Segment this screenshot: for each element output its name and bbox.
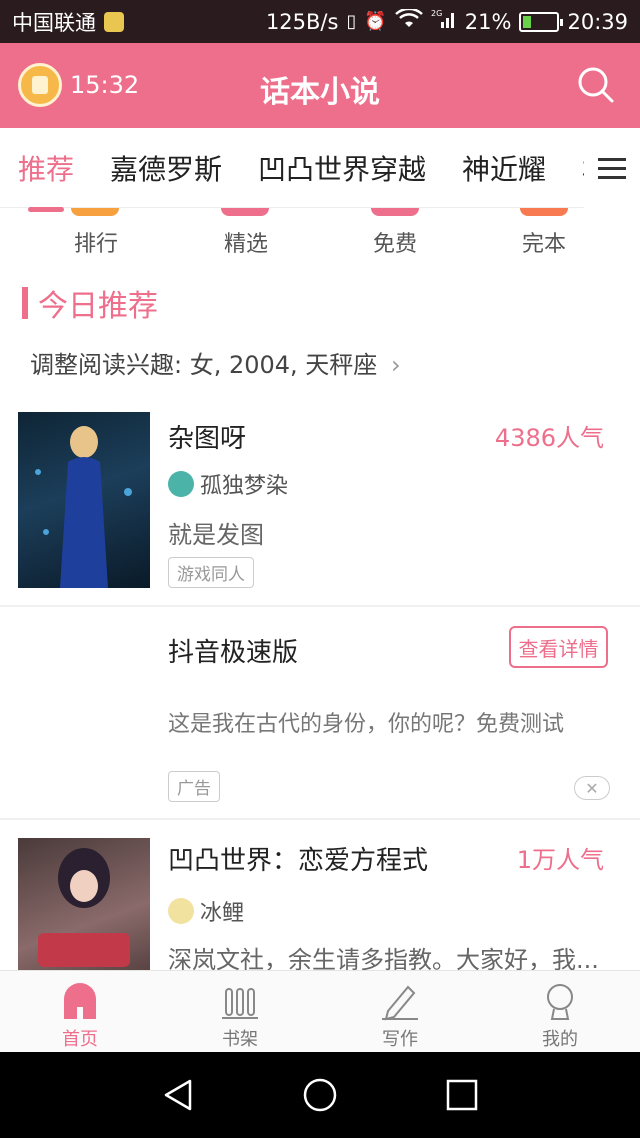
category-tabs: 推荐 嘉德罗斯 凹凸世界穿越 神近耀 格 [0,128,640,212]
home-icon [64,983,96,1019]
book-author[interactable]: 冰鲤 [168,895,244,927]
status-bar: 中国联通 125B/s ▯ ⏰ 2G 21% 20:39 [0,0,640,43]
view-details-button[interactable]: 查看详情 [509,626,608,668]
close-icon[interactable]: ✕ [574,776,610,800]
section-marker [22,287,28,319]
book-cover[interactable] [18,412,150,588]
book-card[interactable]: 凹凸世界：恋爱方程式 1万人气 冰鲤 深岚文社，余生请多指教。大家好，我... [0,838,640,970]
nav-write[interactable]: 写作 [320,971,480,1052]
quick-ranking[interactable]: 排行 [21,226,171,258]
book-popularity: 4386人气 [494,424,604,452]
nav-home-label: 首页 [62,1029,98,1050]
ad-title[interactable]: 抖音极速版 [168,632,298,669]
divider [0,818,640,820]
quick-entries: 排行 精选 免费 完本 [0,208,640,268]
author-name: 冰鲤 [200,901,245,926]
svg-text:2G: 2G [431,9,442,18]
ranking-icon[interactable] [71,208,119,216]
search-icon[interactable] [576,65,616,105]
book-description: 深岚文社，余生请多指教。大家好，我... [168,946,599,970]
nav-profile[interactable]: 我的 [480,971,640,1052]
quick-featured[interactable]: 精选 [171,226,321,258]
section-title-text: 今日推荐 [38,289,158,324]
signal-icon: 2G [431,8,457,35]
book-card[interactable]: 杂图呀 4386人气 孤独梦染 就是发图 游戏同人 [0,412,640,606]
network-speed: 125B/s [265,9,339,34]
book-title[interactable]: 杂图呀 [168,418,246,455]
book-author[interactable]: 孤独梦染 [168,468,288,500]
app-header: 15:32 话本小说 [0,43,640,128]
adjust-interests-text: 调整阅读兴趣: 女, 2004, 天秤座 [30,351,378,379]
divider [0,605,640,607]
wifi-icon [394,7,423,34]
book-tag: 游戏同人 [168,557,254,588]
pencil-icon [382,985,418,1021]
nav-bookshelf-label: 书架 [222,1029,258,1050]
nav-profile-label: 我的 [542,1029,578,1050]
nav-write-label: 写作 [382,1029,418,1050]
tab-jiade[interactable]: 嘉德罗斯 [92,148,240,188]
free-icon[interactable] [371,208,419,216]
profile-icon [547,984,573,1020]
battery-percent: 21% [464,9,512,34]
completed-icon[interactable] [520,208,568,216]
clock: 20:39 [567,9,628,34]
section-title: 今日推荐 [22,285,158,324]
featured-icon[interactable] [221,208,269,216]
book-cover[interactable] [18,838,150,970]
chevron-right-icon: › [390,351,401,379]
alarm-clock-icon: ⏰ [364,11,387,32]
nav-home[interactable]: 首页 [0,971,160,1052]
bottom-nav: 首页 书架 写作 我的 [0,970,640,1052]
book-title[interactable]: 凹凸世界：恋爱方程式 [168,840,428,877]
app-title: 话本小说 [260,75,380,110]
recent-apps-icon[interactable] [444,1077,480,1113]
notification-icon [104,11,124,32]
nav-bookshelf[interactable]: 书架 [160,971,320,1052]
quick-free[interactable]: 免费 [320,226,470,258]
system-nav-bar [0,1052,640,1138]
tab-recommend[interactable]: 推荐 [0,148,92,212]
back-icon[interactable] [160,1077,196,1113]
book-popularity: 1万人气 [516,846,604,874]
carrier-label: 中国联通 [12,10,96,35]
home-circle-icon[interactable] [302,1077,338,1113]
tab-aotu-world[interactable]: 凹凸世界穿越 [240,148,444,188]
tabs-menu-icon[interactable] [584,128,640,208]
tab-shenjinyao[interactable]: 神近耀 [444,148,564,188]
quick-completed[interactable]: 完本 [469,226,619,258]
vibrate-icon: ▯ [346,11,357,32]
ad-label: 广告 [168,771,220,802]
book-description: 就是发图 [168,521,264,549]
avatar [168,898,194,924]
adjust-interests-link[interactable]: 调整阅读兴趣: 女, 2004, 天秤座 › [30,345,401,380]
bookshelf-icon [222,988,258,1019]
author-name: 孤独梦染 [200,474,289,499]
battery-icon [519,11,564,32]
ad-description[interactable]: 这是我在古代的身份，你的呢？免费测试 [168,706,564,738]
avatar [168,471,194,497]
